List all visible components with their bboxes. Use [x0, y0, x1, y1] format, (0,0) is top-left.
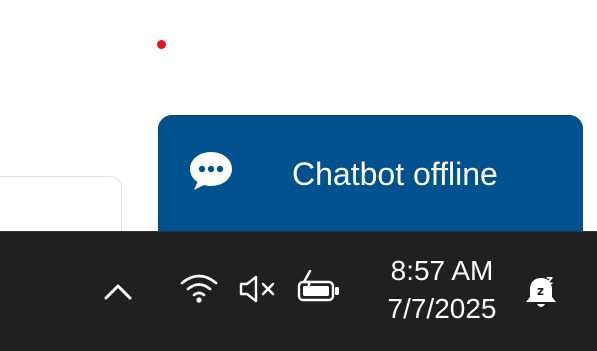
notification-dot [157, 40, 166, 49]
system-clock[interactable]: 8:57 AM 7/7/2025 [372, 252, 512, 328]
clock-time: 8:57 AM [390, 255, 494, 286]
wifi-icon[interactable] [179, 272, 219, 304]
battery-charging-icon[interactable] [296, 270, 342, 304]
chat-bubble-icon [190, 152, 232, 190]
notification-bell-snooze-icon[interactable]: z z [520, 270, 562, 312]
chevron-up-icon[interactable] [101, 280, 135, 302]
clock-date: 7/7/2025 [387, 293, 497, 324]
taskbar: 8:57 AM 7/7/2025 z z [0, 231, 597, 351]
chatbot-status-label: Chatbot offline [292, 156, 498, 192]
volume-muted-icon[interactable] [238, 274, 280, 304]
svg-text:z: z [546, 273, 553, 287]
svg-text:z: z [537, 284, 544, 298]
chatbot-widget[interactable]: Chatbot offline [158, 115, 583, 245]
